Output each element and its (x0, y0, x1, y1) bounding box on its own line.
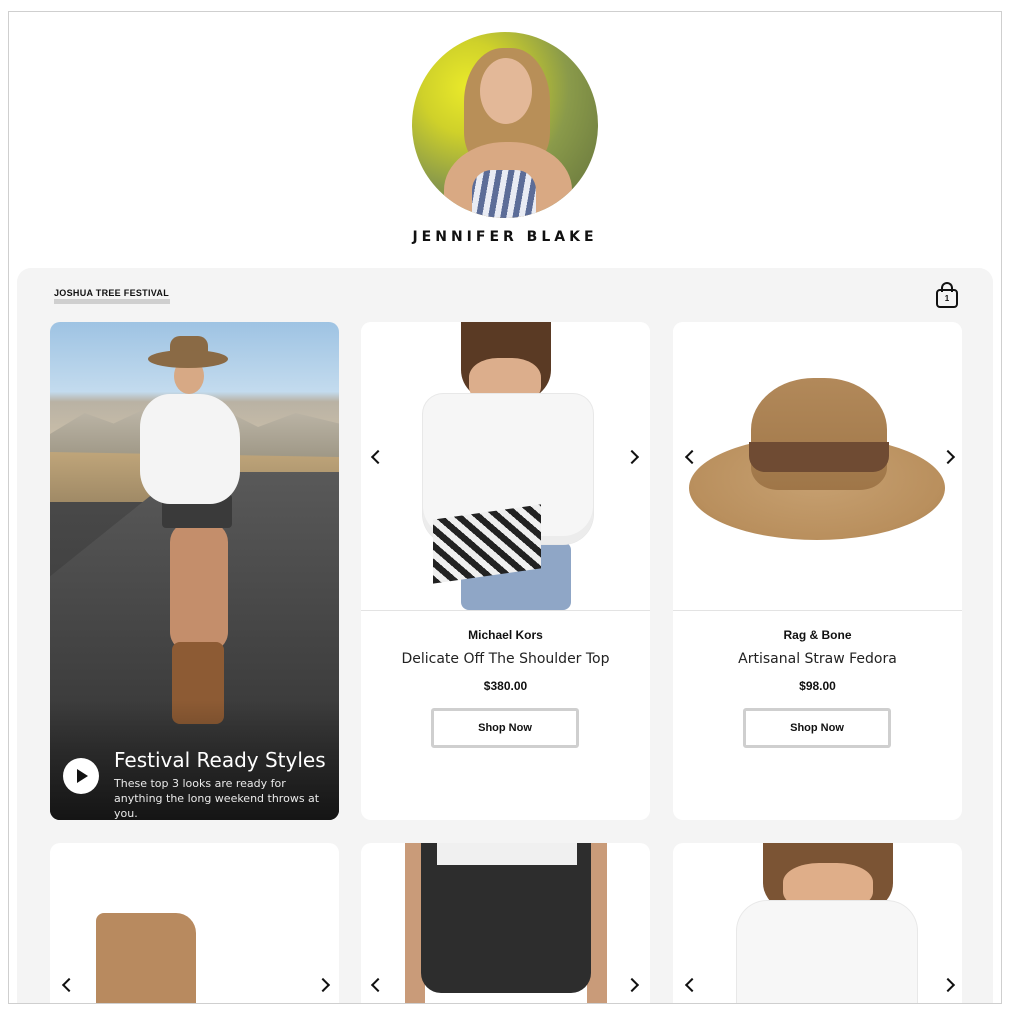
product-card: Michael Kors Delicate Off The Shoulder T… (361, 322, 650, 820)
page-frame: JENNIFER BLAKE JOSHUA TREE FESTIVAL 1 Fe… (8, 11, 1002, 1004)
product-price: $98.00 (799, 679, 836, 693)
chevron-right-icon[interactable] (943, 449, 959, 465)
collection-title-underline (54, 299, 170, 304)
profile-name: JENNIFER BLAKE (412, 229, 598, 245)
chevron-left-icon[interactable] (681, 449, 697, 465)
product-name: Delicate Off The Shoulder Top (401, 651, 610, 667)
collection-panel: JOSHUA TREE FESTIVAL 1 Festival Ready St… (17, 268, 993, 1003)
product-image[interactable] (737, 901, 917, 1003)
product-brand: Michael Kors (468, 628, 543, 642)
product-card: Rag & Bone Artisanal Straw Fedora $98.00… (673, 322, 962, 820)
chevron-right-icon[interactable] (318, 977, 334, 993)
product-card (50, 843, 339, 1003)
product-image[interactable] (96, 913, 196, 1003)
chevron-left-icon[interactable] (367, 977, 383, 993)
chevron-left-icon[interactable] (58, 977, 74, 993)
shop-now-button[interactable]: Shop Now (431, 708, 579, 748)
shopping-bag-icon[interactable]: 1 (934, 282, 960, 310)
product-brand: Rag & Bone (783, 628, 852, 642)
chevron-right-icon[interactable] (627, 977, 643, 993)
profile-avatar[interactable] (412, 32, 598, 218)
shop-now-button[interactable]: Shop Now (743, 708, 891, 748)
hero-subtitle: These top 3 looks are ready for anything… (114, 777, 320, 820)
chevron-left-icon[interactable] (367, 449, 383, 465)
collection-title: JOSHUA TREE FESTIVAL (54, 288, 170, 298)
chevron-right-icon[interactable] (627, 449, 643, 465)
play-icon[interactable] (63, 758, 99, 794)
product-price: $380.00 (483, 679, 528, 693)
chevron-left-icon[interactable] (681, 977, 697, 993)
hero-video-card[interactable]: Festival Ready Styles These top 3 looks … (50, 322, 339, 820)
product-card (361, 843, 650, 1003)
product-image[interactable] (361, 322, 650, 610)
product-image[interactable] (421, 843, 591, 993)
bag-count: 1 (944, 294, 950, 303)
chevron-right-icon[interactable] (943, 977, 959, 993)
hero-title: Festival Ready Styles (114, 748, 326, 772)
product-name: Artisanal Straw Fedora (738, 651, 897, 667)
product-image[interactable] (673, 322, 962, 610)
product-card (673, 843, 962, 1003)
